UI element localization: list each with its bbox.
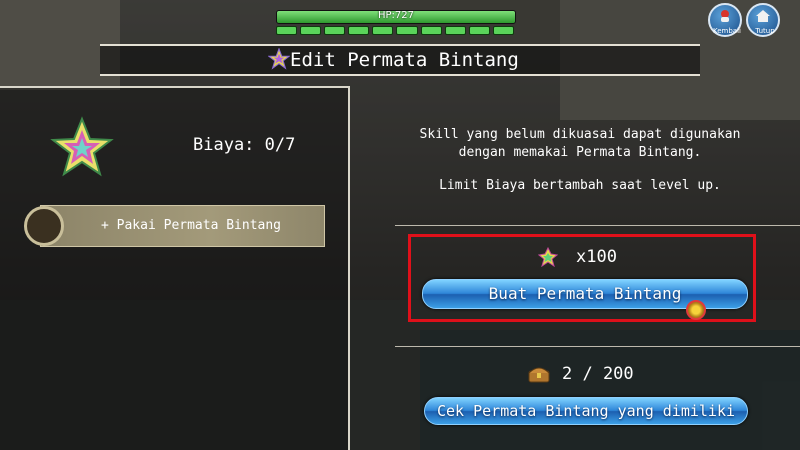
empty-slot-ring-icon	[24, 206, 64, 246]
sp-segment	[324, 26, 346, 35]
star-gem-icon	[268, 48, 290, 70]
sp-segment	[468, 26, 490, 35]
back-character-icon	[710, 8, 740, 28]
sp-segment	[348, 26, 370, 35]
info-line-1: Skill yang belum dikuasai dapat digunaka…	[419, 127, 741, 142]
sp-segment	[444, 26, 466, 35]
sp-segment	[396, 26, 418, 35]
use-gem-slot-label: + Pakai Permata Bintang	[101, 218, 282, 233]
info-line-2: dengan memakai Permata Bintang.	[458, 145, 702, 160]
divider	[395, 225, 800, 226]
home-icon	[748, 8, 778, 28]
cost-label: Biaya: 0/7	[193, 135, 296, 155]
dialog-title: Edit Permata Bintang	[290, 49, 519, 71]
sp-segment-bar	[276, 26, 514, 35]
tutup-label: Tutup	[755, 27, 775, 35]
tutup-button[interactable]: Tutup	[746, 3, 780, 37]
chest-icon	[528, 367, 550, 383]
sp-segment	[300, 26, 322, 35]
sp-segment	[372, 26, 394, 35]
gem-icon	[538, 247, 558, 267]
sp-segment	[420, 26, 442, 35]
check-owned-gems-button[interactable]: Cek Permata Bintang yang dimiliki	[424, 397, 748, 425]
divider	[395, 346, 800, 347]
use-gem-slot[interactable]: + Pakai Permata Bintang	[40, 205, 325, 247]
sp-segment	[492, 26, 514, 35]
create-cost: x100	[576, 247, 617, 267]
tap-cursor-icon	[686, 300, 706, 320]
star-gem-icon	[50, 116, 114, 177]
sp-segment	[276, 26, 298, 35]
hp-bar: HP:727	[276, 10, 516, 24]
hp-text: HP:727	[377, 10, 414, 21]
info-line-3: Limit Biaya bertambah saat level up.	[439, 178, 721, 193]
owned-count: 2 / 200	[562, 364, 634, 384]
kembali-button[interactable]: Kembali	[708, 3, 742, 37]
info-text-block: Skill yang belum dikuasai dapat digunaka…	[405, 126, 755, 162]
